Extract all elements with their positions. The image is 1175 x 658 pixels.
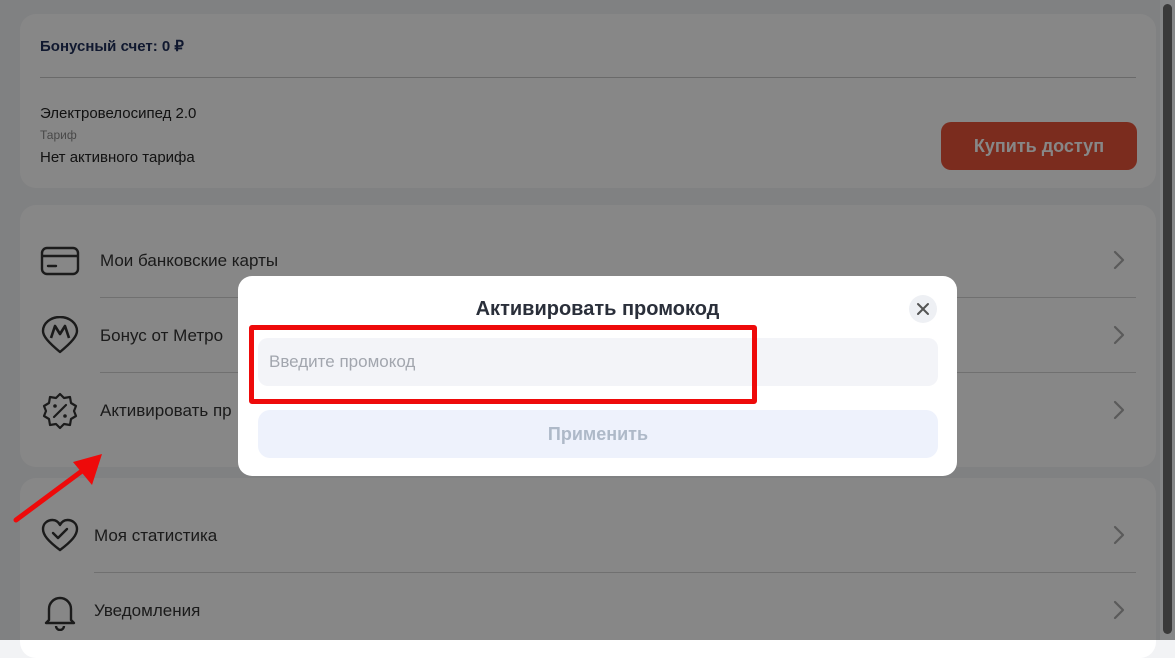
highlight-annotation bbox=[249, 325, 757, 404]
scrollbar-thumb[interactable] bbox=[1163, 4, 1172, 634]
modal-title: Активировать промокод bbox=[475, 298, 720, 320]
profile-page: Бонусный счет: 0 ₽ Электровелосипед 2.0 … bbox=[0, 0, 1175, 658]
close-button[interactable] bbox=[909, 295, 937, 323]
pointer-arrow-icon bbox=[13, 454, 102, 523]
apply-button[interactable]: Применить bbox=[258, 410, 938, 458]
close-icon bbox=[917, 303, 929, 315]
